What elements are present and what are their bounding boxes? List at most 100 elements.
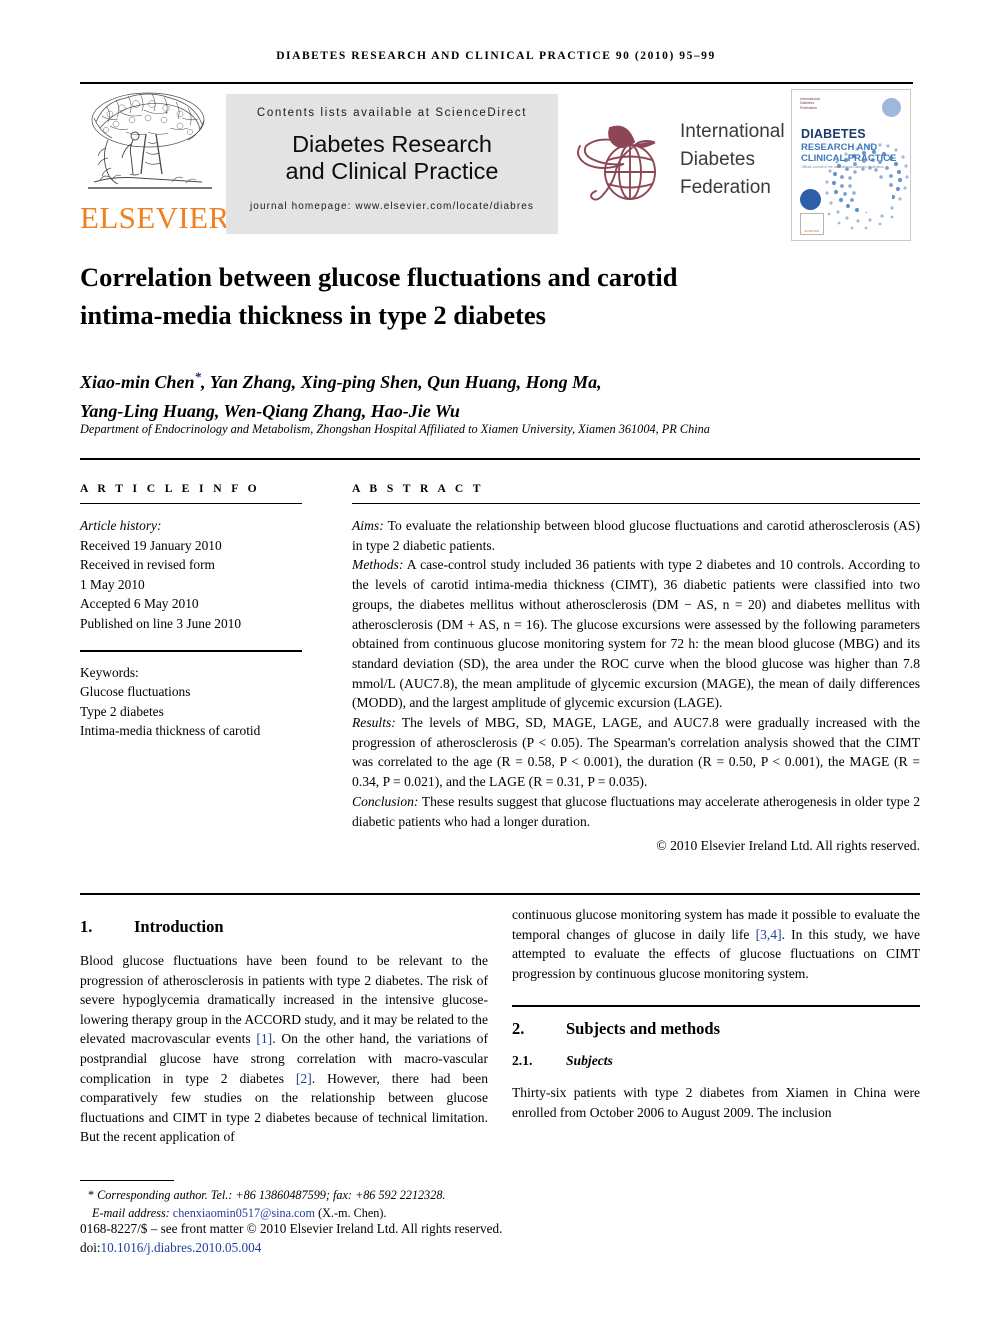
- section-1-number: 1.: [80, 917, 93, 936]
- cover-subtitle: Official Journal of the International Di…: [801, 165, 884, 169]
- article-history-item: Published on line 3 June 2010: [80, 615, 242, 631]
- page-title-line2: intima-media thickness in type 2 diabete…: [80, 300, 546, 330]
- abstract-column: A B S T R A C T Aims: To evaluate the re…: [352, 482, 920, 856]
- sciencedirect-banner: Contents lists available at ScienceDirec…: [226, 94, 558, 234]
- abstract-aims: Aims: To evaluate the relationship betwe…: [352, 516, 920, 555]
- cover-title-rest: RESEARCH AND CLINICAL PRACTICE: [801, 142, 901, 164]
- abstract-conclusion-label: Conclusion:: [352, 793, 419, 809]
- section-2-title: Subjects and methods: [566, 1019, 721, 1039]
- section-2-1-paragraph: Thirty-six patients with type 2 diabetes…: [512, 1085, 920, 1120]
- email-owner: (X.-m. Chen).: [315, 1205, 387, 1220]
- abstract-conclusion-text: These results suggest that glucose fluct…: [352, 793, 920, 829]
- abstract-body: Aims: To evaluate the relationship betwe…: [352, 516, 920, 856]
- cover-elsevier-block: ELSEVIER: [800, 213, 824, 235]
- abstract-aims-text: To evaluate the relationship between blo…: [352, 518, 920, 553]
- corresponding-author-name: Xiao-min Chen: [80, 372, 195, 392]
- divider-above-abstract: [80, 458, 920, 460]
- abstract-conclusion: Conclusion: These results suggest that g…: [352, 792, 920, 831]
- section-2-heading: 2. Subjects and methods: [512, 1019, 920, 1039]
- section-1-paragraph-part2: continuous glucose monitoring system has…: [512, 905, 920, 983]
- article-info-heading: A R T I C L E I N F O: [80, 482, 261, 495]
- journal-title-line1: Diabetes Research: [292, 131, 492, 157]
- front-matter-line: 0168-8227/$ – see front matter © 2010 El…: [80, 1221, 503, 1236]
- idf-line-1: International: [680, 121, 785, 142]
- article-info-column: A R T I C L E I N F O Article history: R…: [80, 482, 302, 741]
- citation-link-3[interactable]: [3,4]: [756, 927, 782, 942]
- divider-below-abstract: [80, 893, 920, 895]
- keyword-item: Type 2 diabetes: [80, 703, 164, 719]
- author-line-1: Xiao-min Chen*, Yan Zhang, Xing-ping She…: [80, 362, 920, 397]
- cover-idf-mark: International Diabetes Federation: [800, 97, 820, 110]
- doi-link[interactable]: 10.1016/j.diabres.2010.05.004: [101, 1240, 262, 1255]
- email-label: E-mail address:: [92, 1205, 173, 1220]
- keywords-block: Keywords: Glucose fluctuations Type 2 di…: [80, 663, 302, 741]
- body-column-left: 1. Introduction Blood glucose fluctuation…: [80, 905, 488, 1147]
- author-line-1-rest: , Yan Zhang, Xing-ping Shen, Qun Huang, …: [201, 372, 602, 392]
- abstract-methods-label: Methods:: [352, 557, 404, 573]
- doi-line: doi:10.1016/j.diabres.2010.05.004: [80, 1239, 680, 1258]
- keywords-label: Keywords:: [80, 664, 139, 680]
- section-1-heading: 1. Introduction: [80, 917, 488, 937]
- article-history-item: Received in revised form: [80, 557, 215, 573]
- author-list: Xiao-min Chen*, Yan Zhang, Xing-ping She…: [80, 362, 920, 426]
- footnote-block: * Corresponding author. Tel.: +86 138604…: [80, 1180, 510, 1222]
- keyword-item: Intima-media thickness of carotid: [80, 723, 261, 739]
- section-2-1-title: Subjects: [566, 1053, 613, 1069]
- abstract-heading: A B S T R A C T: [352, 482, 484, 495]
- cover-title-line1: DIABETES: [801, 127, 866, 141]
- journal-title: Diabetes Research and Clinical Practice: [226, 131, 558, 185]
- article-history: Article history: Received 19 January 201…: [80, 516, 302, 634]
- divider-section-2: [512, 1005, 920, 1008]
- article-history-label: Article history:: [80, 518, 162, 533]
- section-2-1-number: 2.1.: [512, 1053, 533, 1069]
- section-1-paragraph-part1: Blood glucose fluctuations have been fou…: [80, 951, 488, 1147]
- journal-cover-thumbnail: International Diabetes Federation DIABETES…: [791, 89, 911, 241]
- body-column-right: continuous glucose monitoring system has…: [512, 905, 920, 1123]
- journal-homepage-link[interactable]: journal homepage: www.elsevier.com/locat…: [226, 201, 558, 212]
- paper-page: DIABETES RESEARCH AND CLINICAL PRACTICE …: [0, 0, 992, 1323]
- abstract-methods: Methods: A case-control study included 3…: [352, 555, 920, 713]
- abstract-copyright: © 2010 Elsevier Ireland Ltd. All rights …: [656, 838, 920, 854]
- cover-elsevier-label: ELSEVIER: [804, 229, 820, 233]
- journal-masthead: ELSEVIER Contents lists available at Sci…: [80, 82, 913, 242]
- cover-anniversary-badge: [800, 189, 821, 210]
- abstract-results: Results: The levels of MBG, SD, MAGE, LA…: [352, 713, 920, 792]
- article-history-item: Received 19 January 2010: [80, 537, 222, 553]
- contents-available-text: Contents lists available at ScienceDirec…: [256, 107, 528, 119]
- footnote-corresponding-text: Corresponding author. Tel.: +86 13860487…: [94, 1188, 446, 1202]
- idf-bird-globe-icon: [577, 125, 656, 201]
- article-info-rule: [80, 503, 302, 504]
- section-1-title: Introduction: [134, 917, 224, 936]
- abstract-results-label: Results:: [352, 715, 396, 731]
- article-history-item: 1 May 2010: [80, 576, 145, 592]
- cover-center-hole: [856, 178, 892, 214]
- abstract-methods-text: A case-control study included 36 patient…: [352, 557, 920, 711]
- elsevier-wordmark: ELSEVIER: [80, 200, 230, 235]
- footnote-rule: [80, 1180, 174, 1181]
- elsevier-logo: ELSEVIER: [80, 88, 230, 240]
- cover-accent-dot-icon: [882, 98, 901, 117]
- article-history-item: Accepted 6 May 2010: [80, 596, 199, 612]
- doi-label: doi:: [80, 1239, 101, 1255]
- idf-line-3: Federation: [680, 177, 771, 198]
- running-head: DIABETES RESEARCH AND CLINICAL PRACTICE …: [276, 50, 716, 62]
- abstract-rule: [352, 503, 920, 504]
- keyword-item: Glucose fluctuations: [80, 684, 191, 700]
- idf-line-2: Diabetes: [680, 149, 755, 170]
- corresponding-author-note: * Corresponding author. Tel.: +86 138604…: [80, 1187, 510, 1222]
- abstract-results-text: The levels of MBG, SD, MAGE, LAGE, and A…: [352, 715, 920, 790]
- email-link[interactable]: chenxiaomin0517@sina.com: [173, 1206, 315, 1220]
- abstract-aims-label: Aims:: [352, 518, 384, 533]
- elsevier-tree-icon: [88, 92, 212, 189]
- idf-wordmark: International Diabetes Federation: [680, 118, 785, 202]
- affiliation: Department of Endocrinology and Metaboli…: [80, 422, 710, 436]
- page-title: Correlation between glucose fluctuations…: [80, 258, 920, 334]
- cover-title-line2: RESEARCH AND: [801, 142, 878, 153]
- cover-title-line3: CLINICAL PRACTICE: [801, 153, 897, 164]
- section-2-1-heading: 2.1. Subjects: [512, 1053, 920, 1069]
- citation-link-2[interactable]: [2]: [296, 1071, 312, 1086]
- page-title-line1: Correlation between glucose fluctuations…: [80, 262, 678, 292]
- journal-title-line2: and Clinical Practice: [285, 158, 499, 184]
- keywords-rule: [80, 649, 302, 652]
- citation-link-1[interactable]: [1]: [256, 1031, 272, 1046]
